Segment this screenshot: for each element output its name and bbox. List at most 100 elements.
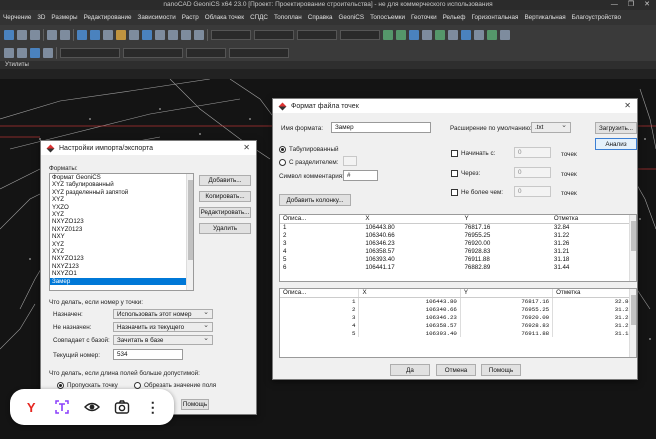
menu-item[interactable]: Растр <box>179 14 202 21</box>
table-row[interactable]: 2 106340.66 76955.25 31.22 <box>280 231 636 239</box>
select-icon[interactable] <box>103 30 113 40</box>
geo-tool-icon[interactable] <box>487 30 497 40</box>
help-button[interactable]: Помощь <box>481 364 521 376</box>
open-file-icon[interactable] <box>17 30 27 40</box>
zoom-icon[interactable] <box>77 30 87 40</box>
redo-icon[interactable] <box>60 30 70 40</box>
edit-format-button[interactable]: Редактировать... <box>199 207 251 218</box>
menu-item[interactable]: СПДС <box>247 14 271 21</box>
column-header[interactable]: X <box>362 215 462 224</box>
format-list-item[interactable]: YXZO <box>50 204 193 211</box>
trim-field-radio[interactable] <box>134 382 141 389</box>
minimize-button[interactable]: — <box>611 0 618 10</box>
table-row[interactable]: 5 106393.40 76911.88 31.18 <box>280 255 636 263</box>
menu-item[interactable]: Геоточки <box>408 14 440 21</box>
delimiter-input[interactable] <box>343 156 357 166</box>
assigned-select[interactable]: Использовать этот номер <box>113 308 213 319</box>
format-name-input[interactable]: Замер <box>331 122 431 133</box>
menu-item[interactable]: Вертикальная <box>521 14 568 21</box>
style-combo[interactable] <box>60 48 120 58</box>
format-list-item[interactable]: NXYZO1 <box>50 270 193 277</box>
draw-circle-icon[interactable] <box>30 48 40 58</box>
pencil-icon[interactable] <box>116 30 126 40</box>
format-list-item[interactable]: XYZ <box>50 211 193 218</box>
save-icon[interactable] <box>30 30 40 40</box>
menu-item[interactable]: Облака точек <box>202 14 247 21</box>
parsed-scrollbar[interactable] <box>629 289 636 357</box>
table-row[interactable]: 5 106393.40 76911.88 31.18 <box>280 329 636 337</box>
table-row[interactable]: 1 106443.80 76817.16 32.84 <box>280 297 636 305</box>
formats-listbox[interactable]: Формат GeoniCS XYZ табулированный XYZ разд… <box>49 173 194 291</box>
lineweight-combo[interactable] <box>340 30 380 40</box>
ext-select[interactable]: .txt <box>531 121 571 133</box>
menu-item[interactable]: Зависимости <box>135 14 179 21</box>
geo-tool-icon[interactable] <box>500 30 510 40</box>
max-points-checkbox[interactable] <box>451 189 458 196</box>
cancel-button[interactable]: Отмена <box>436 364 476 376</box>
geo-tool-icon[interactable] <box>448 30 458 40</box>
menu-item[interactable]: Справка <box>305 14 336 21</box>
menu-item[interactable]: GeoniCS <box>336 14 368 21</box>
layer-icon[interactable] <box>129 30 139 40</box>
column-header[interactable]: Y <box>460 289 554 298</box>
unassigned-select[interactable]: Назначить из текущего <box>113 321 213 332</box>
color-combo[interactable] <box>254 30 294 40</box>
format-list-item[interactable]: NXYZ123 <box>50 263 193 270</box>
column-header[interactable]: Отметка <box>550 215 636 224</box>
dimstyle-combo[interactable] <box>123 48 183 58</box>
start-from-checkbox[interactable] <box>451 150 458 157</box>
max-points-input[interactable]: 0 <box>514 186 551 197</box>
geo-tool-icon[interactable] <box>383 30 393 40</box>
geo-tool-icon[interactable] <box>435 30 445 40</box>
geo-tool-icon[interactable] <box>474 30 484 40</box>
format-list-item[interactable]: NXYZ0123 <box>50 226 193 233</box>
table-row[interactable]: 3 106346.23 76920.00 31.26 <box>280 313 636 321</box>
table-row[interactable]: 3 106346.23 76920.00 31.26 <box>280 239 636 247</box>
delete-format-button[interactable]: Удалить <box>199 223 251 234</box>
cube-icon[interactable] <box>181 30 191 40</box>
parsed-table[interactable]: Описа... X Y Отметка 1 106443.80 76817.16 32.84… <box>279 288 637 358</box>
format-list-item[interactable]: XYZ разделенный запятой <box>50 189 193 196</box>
format-list-item[interactable]: XYZ <box>50 196 193 203</box>
linetype-combo[interactable] <box>297 30 337 40</box>
eye-icon[interactable] <box>83 398 101 416</box>
close-icon[interactable]: ✕ <box>624 101 631 110</box>
table-row[interactable]: 1 106443.80 76817.16 32.84 <box>280 223 636 231</box>
dialog-titlebar[interactable]: Формат файла точек ✕ <box>273 99 637 113</box>
draw-arc-icon[interactable] <box>43 48 53 58</box>
matches-select[interactable]: Зачитать в базе <box>113 334 213 345</box>
every-checkbox[interactable] <box>451 170 458 177</box>
preview-table[interactable]: Описа... X Y Отметка 1 106443.80 76817.16 32.84… <box>279 214 637 282</box>
properties-icon[interactable] <box>142 30 152 40</box>
format-list-item[interactable]: XYZ <box>50 248 193 255</box>
table-row[interactable]: 4 106358.57 76928.83 31.21 <box>280 247 636 255</box>
geo-tool-icon[interactable] <box>422 30 432 40</box>
table-row[interactable]: 2 106340.66 76955.25 31.22 <box>280 305 636 313</box>
format-list-item[interactable]: NXY <box>50 233 193 240</box>
maximize-button[interactable]: ❐ <box>628 0 634 10</box>
menu-item[interactable]: Рельеф <box>440 14 469 21</box>
yandex-icon[interactable]: Y <box>22 398 40 416</box>
column-header[interactable]: Y <box>461 215 551 224</box>
copy-format-button[interactable]: Копировать... <box>199 191 251 202</box>
tabbed-radio[interactable] <box>279 146 286 153</box>
format-list-item[interactable]: NXYZO123 <box>50 218 193 225</box>
format-list-item[interactable]: XYZ табулированный <box>50 181 193 188</box>
draw-polyline-icon[interactable] <box>17 48 27 58</box>
every-input[interactable]: 0 <box>514 167 551 178</box>
copy-icon[interactable] <box>168 30 178 40</box>
camera-icon[interactable] <box>113 398 131 416</box>
undo-icon[interactable] <box>47 30 57 40</box>
table-row[interactable]: 6 106441.17 76882.89 31.44 <box>280 263 636 271</box>
scale-combo[interactable] <box>186 48 226 58</box>
preview-scrollbar[interactable] <box>629 215 636 281</box>
render-icon[interactable] <box>194 30 204 40</box>
column-header[interactable]: Описа... <box>280 289 360 298</box>
comment-input[interactable]: # <box>343 170 378 181</box>
match-icon[interactable] <box>155 30 165 40</box>
menu-item[interactable]: Редактирование <box>81 14 135 21</box>
table-row[interactable]: 4 106358.57 76928.83 31.21 <box>280 321 636 329</box>
format-list-item[interactable]: Замер <box>50 277 193 286</box>
format-list-item[interactable]: Формат GeoniCS <box>50 174 193 181</box>
ok-button[interactable]: Да <box>390 364 430 376</box>
